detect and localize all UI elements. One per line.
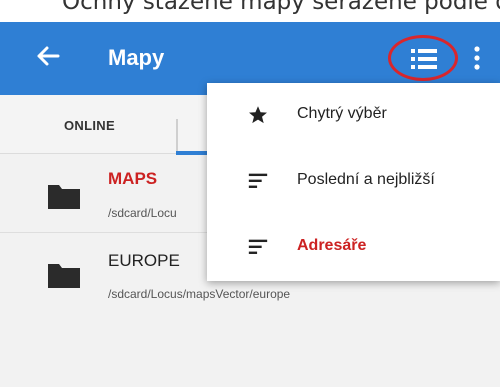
menu-item-directories[interactable]: Adresáře bbox=[207, 215, 500, 281]
folder-name: EUROPE bbox=[108, 251, 180, 270]
tab-divider bbox=[176, 119, 178, 153]
folder-path: /sdcard/Locus/mapsVector/europe bbox=[108, 287, 291, 301]
arrow-left-icon bbox=[37, 46, 60, 66]
menu-item-smart-selection[interactable]: Chytrý výběr bbox=[207, 83, 500, 149]
list-view-button[interactable] bbox=[388, 35, 458, 81]
menu-item-recent-nearest[interactable]: Poslední a nejbližší bbox=[207, 149, 500, 215]
menu-item-label: Poslední a nejbližší bbox=[297, 171, 435, 188]
page-title: Mapy bbox=[108, 45, 165, 70]
sort-menu: Chytrý výběr Poslední a nejbližší Adresá… bbox=[207, 83, 500, 281]
caption-strip: Ocnhy stažené mapy seřazené podle d bbox=[0, 0, 500, 22]
folder-icon bbox=[48, 185, 80, 209]
folder-name: MAPS bbox=[108, 169, 158, 188]
sort-lines-icon bbox=[248, 173, 268, 188]
menu-item-label: Adresáře bbox=[297, 237, 367, 254]
caption-text: Ocnhy stažené mapy seřazené podle d bbox=[62, 0, 500, 15]
folder-icon bbox=[48, 264, 80, 288]
folder-path: /sdcard/Locu bbox=[108, 206, 177, 220]
back-button[interactable] bbox=[30, 38, 66, 74]
list-icon bbox=[411, 49, 437, 69]
more-vert-icon bbox=[474, 46, 480, 70]
menu-item-label: Chytrý výběr bbox=[297, 105, 387, 122]
sort-lines-icon bbox=[248, 239, 268, 254]
star-icon bbox=[249, 106, 267, 124]
tab-online[interactable]: ONLINE bbox=[64, 118, 115, 133]
more-options-button[interactable] bbox=[470, 40, 484, 76]
